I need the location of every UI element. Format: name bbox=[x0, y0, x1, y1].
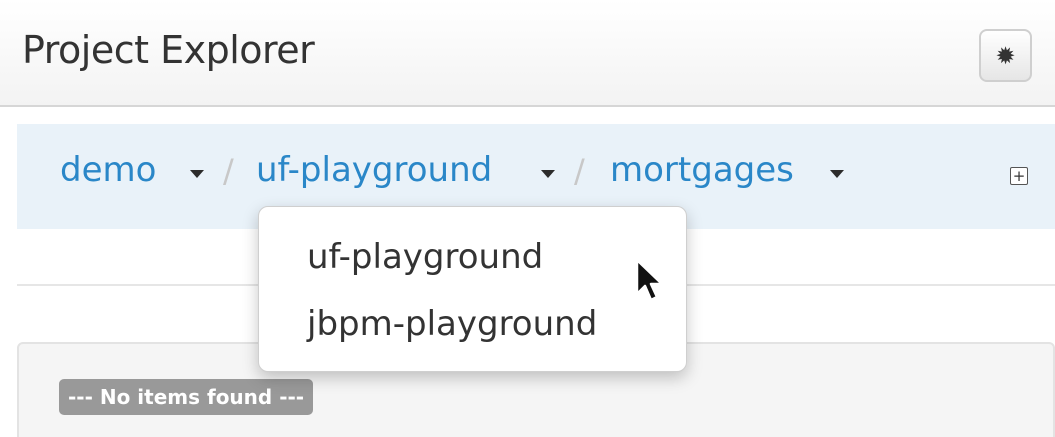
breadcrumb-item-project[interactable]: mortgages bbox=[610, 150, 794, 190]
breadcrumb-item-organization[interactable]: demo bbox=[60, 150, 156, 190]
caret-down-icon[interactable] bbox=[190, 170, 204, 178]
gear-icon: ✹ bbox=[995, 41, 1016, 70]
empty-items-label: --- No items found --- bbox=[59, 379, 314, 415]
panel-header: Project Explorer ✹ bbox=[0, 0, 1055, 107]
dropdown-item-jbpm-playground[interactable]: jbpm-playground bbox=[307, 304, 597, 344]
project-explorer: Project Explorer ✹ demo / uf-playground … bbox=[0, 0, 1055, 437]
plus-square-icon[interactable]: + bbox=[1010, 167, 1028, 185]
caret-down-icon[interactable] bbox=[541, 170, 555, 178]
breadcrumb-separator: / bbox=[223, 152, 234, 190]
settings-button[interactable]: ✹ bbox=[979, 29, 1032, 82]
repository-dropdown-menu: uf-playground jbpm-playground bbox=[258, 206, 687, 372]
breadcrumb-item-repository[interactable]: uf-playground bbox=[256, 150, 492, 190]
panel-title: Project Explorer bbox=[22, 28, 315, 72]
dropdown-item-uf-playground[interactable]: uf-playground bbox=[307, 237, 543, 277]
arrow-cursor-icon bbox=[635, 258, 664, 302]
breadcrumb-separator: / bbox=[574, 152, 585, 190]
caret-down-icon[interactable] bbox=[830, 170, 844, 178]
